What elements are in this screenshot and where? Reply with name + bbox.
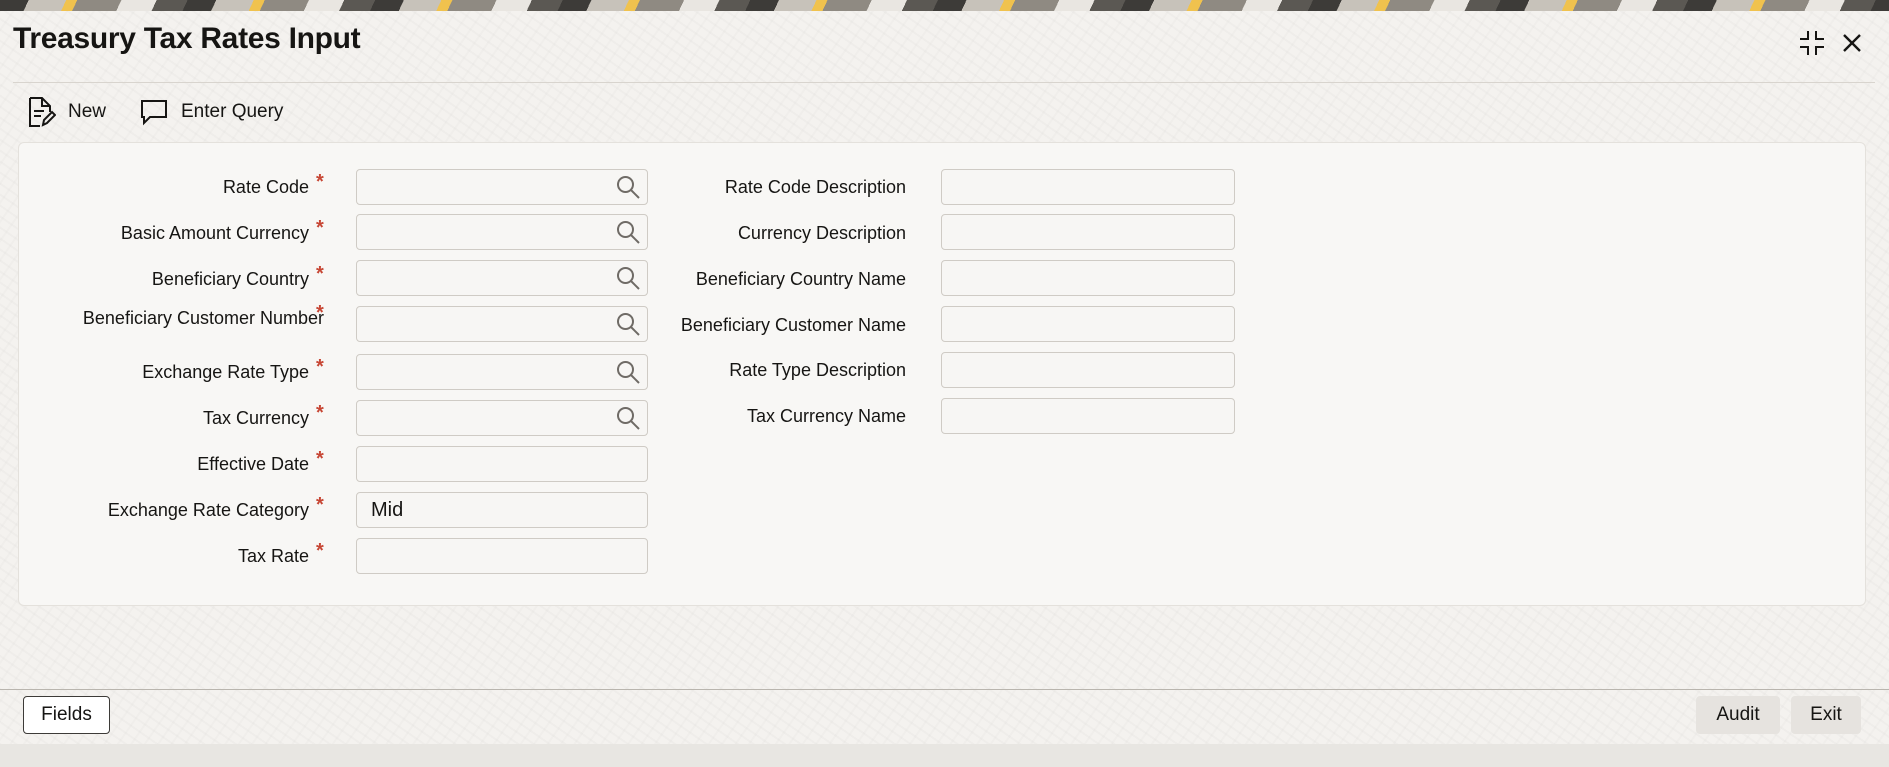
required-marker: * (316, 217, 324, 239)
rate-code-label: Rate Code (222, 177, 309, 197)
tax-currency-name-label: Tax Currency Name (746, 406, 906, 426)
rate-code-description-label: Rate Code Description (724, 177, 906, 197)
header-banner (0, 0, 1889, 11)
required-marker: * (316, 302, 324, 324)
required-marker: * (316, 448, 324, 470)
exchange-rate-category-label: Exchange Rate Category (107, 500, 309, 520)
basic-amount-currency-label: Basic Amount Currency (120, 223, 309, 243)
effective-date-label: Effective Date (197, 454, 309, 474)
enter-query-label: Enter Query (181, 101, 284, 122)
rate-type-description-label: Rate Type Description (729, 360, 906, 380)
required-marker: * (316, 263, 324, 285)
new-label: New (68, 101, 107, 122)
beneficiary-customer-number-label: Beneficiary Customer Number (82, 308, 324, 328)
tax-currency-label: Tax Currency (202, 408, 309, 428)
title-divider (13, 82, 1875, 83)
close-icon (1843, 34, 1861, 52)
footer-divider (0, 689, 1889, 690)
required-marker: * (316, 540, 324, 562)
currency-description-input[interactable] (941, 214, 1235, 250)
exit-button[interactable]: Exit (1791, 696, 1861, 734)
tax-rate-input[interactable] (356, 538, 648, 574)
beneficiary-country-label: Beneficiary Country (151, 269, 309, 289)
beneficiary-customer-name-label: Beneficiary Customer Name (680, 315, 906, 335)
enter-query-button[interactable]: Enter Query (139, 93, 283, 131)
close-window-button[interactable] (1835, 26, 1869, 60)
exchange-rate-category-input[interactable] (356, 492, 648, 528)
beneficiary-country-name-input[interactable] (941, 260, 1235, 296)
required-marker: * (316, 356, 324, 378)
exchange-rate-type-label: Exchange Rate Type (142, 362, 309, 382)
restore-window-button[interactable] (1795, 26, 1829, 60)
tax-rate-label: Tax Rate (237, 546, 309, 566)
currency-description-label: Currency Description (737, 223, 906, 243)
new-button[interactable]: New (26, 93, 106, 131)
required-marker: * (316, 494, 324, 516)
effective-date-input[interactable] (356, 446, 648, 482)
tax-currency-name-input[interactable] (941, 398, 1235, 434)
page-title: Treasury Tax Rates Input (13, 22, 361, 55)
required-marker: * (316, 402, 324, 424)
audit-button[interactable]: Audit (1696, 696, 1780, 734)
new-document-icon (29, 97, 56, 127)
rate-type-description-input[interactable] (941, 352, 1235, 388)
beneficiary-customer-name-input[interactable] (941, 306, 1235, 342)
rate-code-description-input[interactable] (941, 169, 1235, 205)
restore-window-icon (1800, 31, 1824, 55)
status-bar (0, 744, 1889, 767)
beneficiary-country-name-label: Beneficiary Country Name (695, 269, 906, 289)
required-marker: * (316, 171, 324, 193)
fields-button[interactable]: Fields (23, 696, 110, 734)
speech-bubble-icon (141, 100, 167, 126)
